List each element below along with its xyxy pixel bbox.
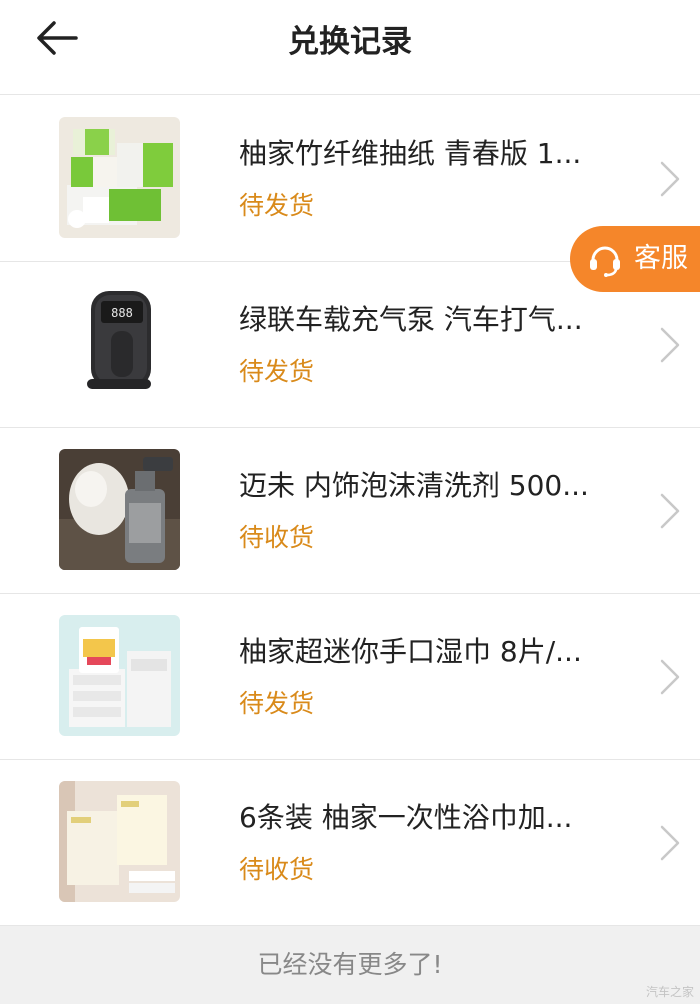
list-item[interactable]: 迈未 内饰泡沫清洗剂 500... 待收货 (0, 428, 700, 594)
watermark: 汽车之家 (645, 985, 694, 999)
product-title: 迈未 内饰泡沫清洗剂 500... (239, 469, 589, 502)
product-title: 6条装 柚家一次性浴巾加... (239, 801, 573, 834)
list-item[interactable]: 柚家超迷你手口湿巾 8片/... 待发货 (0, 594, 700, 760)
order-status: 待发货 (239, 357, 315, 386)
customer-service-label: 客服 (634, 243, 688, 274)
chevron-right-icon (660, 327, 680, 363)
product-title: 绿联车载充气泵 汽车打气... (239, 303, 583, 336)
chevron-right-icon (660, 161, 680, 197)
top-bar: 兑换记录 (0, 0, 700, 95)
order-status: 待收货 (239, 523, 315, 552)
back-button[interactable] (28, 14, 88, 64)
product-image (59, 117, 180, 238)
svg-text:888: 888 (111, 306, 133, 320)
product-image (59, 449, 180, 570)
order-status: 待收货 (239, 855, 315, 884)
headset-icon (590, 246, 620, 277)
customer-service-button[interactable]: 客服 (570, 226, 700, 292)
chevron-right-icon (660, 659, 680, 695)
chevron-right-icon (660, 493, 680, 529)
product-image (59, 781, 180, 902)
back-arrow-icon (37, 21, 78, 55)
product-title: 柚家超迷你手口湿巾 8片/... (239, 635, 582, 668)
exchange-record-list: 柚家竹纤维抽纸 青春版 1... 待发货 888 绿联车载充气泵 汽车打气...… (0, 96, 700, 926)
list-end-footer: 已经没有更多了! 汽车之家 (0, 926, 700, 1004)
chevron-right-icon (660, 825, 680, 861)
product-image: 888 (59, 283, 180, 404)
list-item[interactable]: 6条装 柚家一次性浴巾加... 待收货 (0, 760, 700, 926)
no-more-text: 已经没有更多了! (257, 950, 443, 979)
order-status: 待发货 (239, 689, 315, 718)
page-title: 兑换记录 (288, 24, 412, 60)
product-image (59, 615, 180, 736)
product-title: 柚家竹纤维抽纸 青春版 1... (239, 137, 582, 170)
order-status: 待发货 (239, 191, 315, 220)
